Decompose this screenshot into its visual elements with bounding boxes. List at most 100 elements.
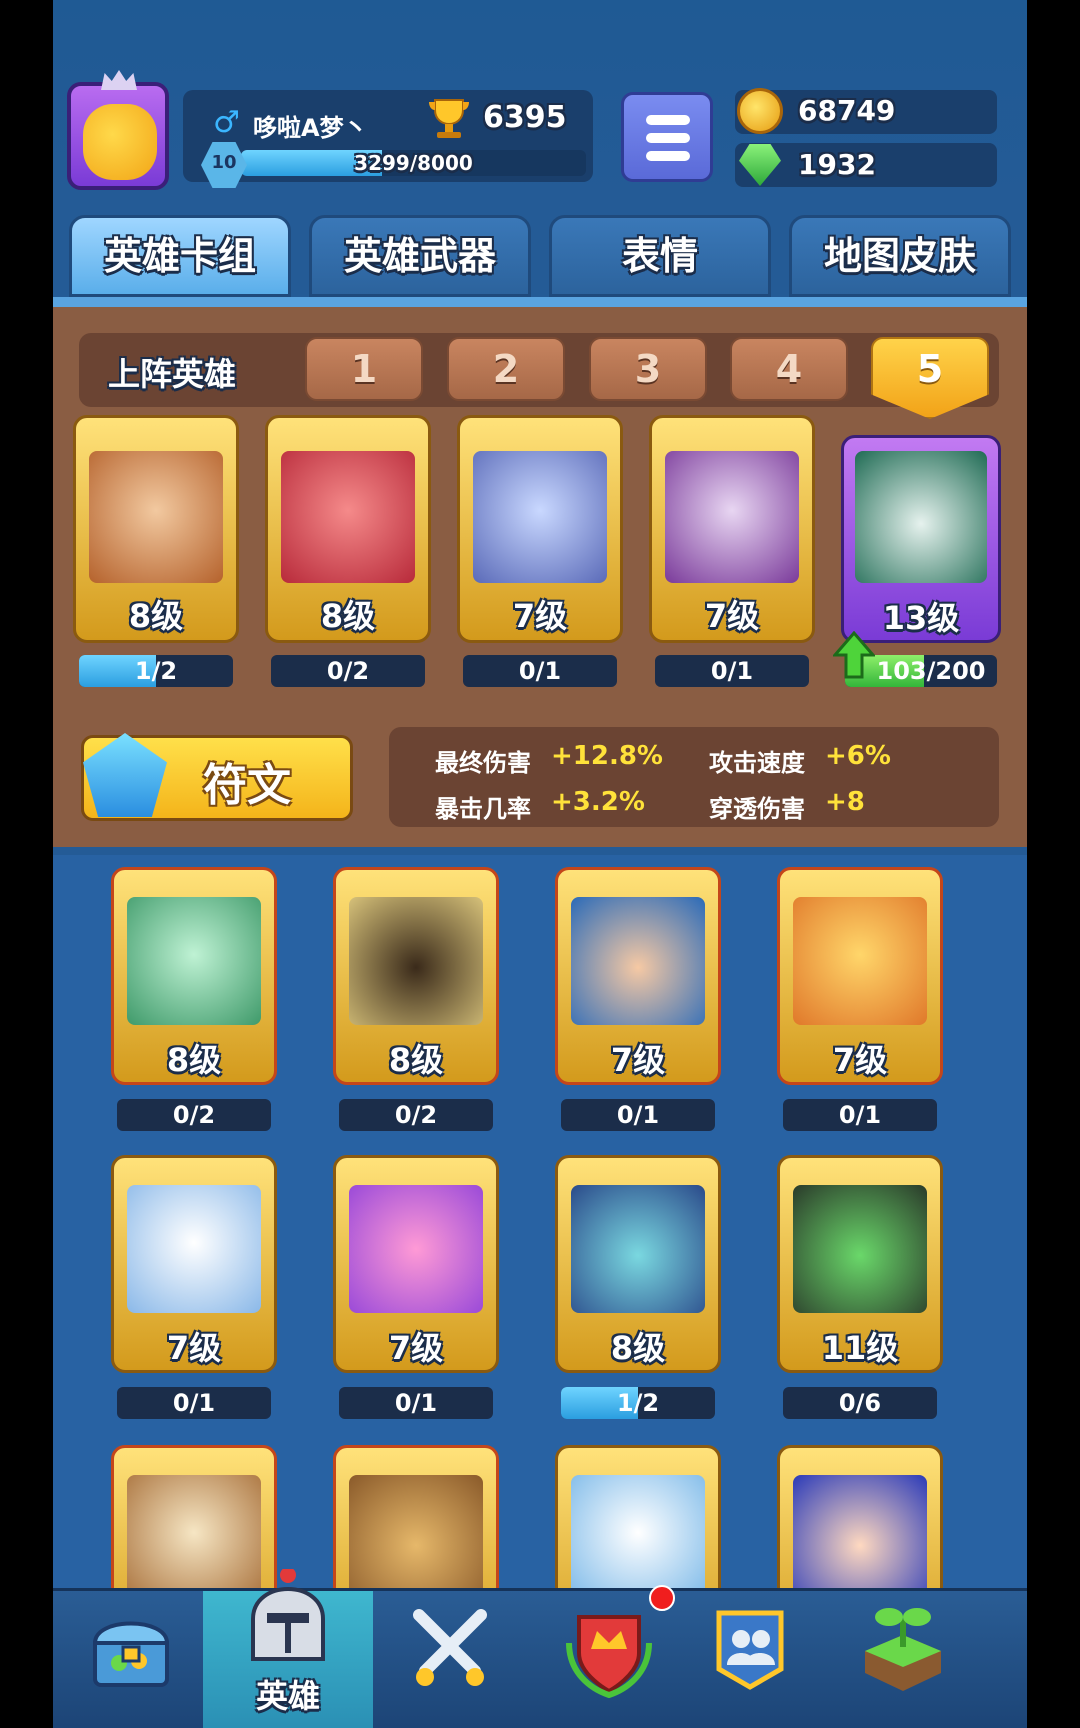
stat-value: +12.8%: [551, 741, 663, 771]
hero-portrait: [349, 1185, 483, 1313]
player-avatar[interactable]: [67, 82, 169, 190]
hero-progress-text: 0/1: [518, 657, 562, 685]
hero-level: 7级: [512, 597, 568, 635]
collection-hero-card[interactable]: 8级 0/2: [333, 867, 499, 1147]
hero-level: 7级: [166, 1329, 222, 1367]
coin-count: 68749: [798, 94, 896, 127]
hero-portrait: [89, 451, 223, 583]
deck-hero-card[interactable]: 8级 1/2: [73, 415, 239, 695]
stat-name: 暴击几率: [435, 795, 531, 823]
deck-hero-card[interactable]: 8级 0/2: [265, 415, 431, 695]
tab-underline: [53, 297, 1027, 307]
collection-hero-card[interactable]: 7级 0/1: [333, 1155, 499, 1435]
hero-level: 8级: [320, 597, 376, 635]
crossed-swords-icon: [413, 1609, 487, 1686]
nav-shop[interactable]: [53, 1591, 201, 1728]
hero-progress-text: 0/2: [394, 1101, 438, 1129]
gold-coin-icon: [737, 88, 783, 134]
hero-portrait: [473, 451, 607, 583]
collection-hero-card[interactable]: [777, 1445, 943, 1663]
hero-portrait: [127, 1185, 261, 1313]
hero-progress-text: 0/1: [394, 1389, 438, 1417]
hero-portrait: [793, 1475, 927, 1603]
tab-map-skins[interactable]: 地图皮肤: [789, 215, 1011, 297]
level-up-arrow-icon: [833, 631, 875, 679]
hero-portrait: [855, 451, 987, 583]
collection-hero-card[interactable]: 8级 0/2: [111, 867, 277, 1147]
hero-progress-text: 1/2: [134, 657, 178, 685]
collection-hero-card[interactable]: 7级 0/1: [555, 867, 721, 1147]
player-name: 哆啦A梦丶: [253, 114, 368, 142]
hero-progress-text: 0/1: [710, 657, 754, 685]
collection-hero-card[interactable]: [555, 1445, 721, 1663]
stat-name: 最终伤害: [435, 749, 531, 777]
trophy-count: 6395: [483, 100, 567, 135]
deck-label: 上阵英雄: [108, 355, 237, 393]
player-level: 10: [211, 152, 237, 173]
category-tabs: 英雄卡组 英雄武器 表情 地图皮肤: [53, 215, 1027, 300]
hero-portrait: [349, 897, 483, 1025]
hero-portrait: [281, 451, 415, 583]
menu-bar-icon: [646, 133, 690, 143]
hero-progress-text: 0/1: [616, 1101, 660, 1129]
nav-garden[interactable]: [825, 1591, 1027, 1728]
hero-progress-text: 0/6: [838, 1389, 882, 1417]
gem-count: 1932: [798, 148, 876, 181]
trophy-icon: [429, 99, 469, 138]
hero-progress-text: 103/200: [876, 657, 986, 685]
hero-level: 7级: [388, 1329, 444, 1367]
deck-slot-4[interactable]: 4: [730, 337, 848, 401]
nav-social[interactable]: [675, 1591, 823, 1728]
knight-helmet-icon: [251, 1569, 325, 1661]
collection-hero-card[interactable]: 7级 0/1: [777, 867, 943, 1147]
deck-hero-card[interactable]: 13级 103/200: [833, 435, 1001, 695]
menu-button[interactable]: [621, 92, 713, 182]
tab-emotes[interactable]: 表情: [549, 215, 771, 297]
hero-progress-text: 0/1: [838, 1101, 882, 1129]
notification-dot: [649, 1585, 675, 1611]
hero-portrait: [665, 451, 799, 583]
collection-hero-card[interactable]: 7级 0/1: [111, 1155, 277, 1435]
crown-shield-icon: [566, 1615, 652, 1699]
nav-rank[interactable]: [525, 1585, 675, 1728]
stat-name: 攻击速度: [709, 749, 805, 777]
deck-hero-card[interactable]: 7级 0/1: [649, 415, 815, 695]
hero-level: 8级: [610, 1329, 666, 1367]
tab-hero-weapons[interactable]: 英雄武器: [309, 215, 531, 297]
deck-slot-3[interactable]: 3: [589, 337, 707, 401]
hero-level: 8级: [128, 597, 184, 635]
hero-level: 7级: [832, 1041, 888, 1079]
stat-value: +8: [825, 787, 865, 817]
deck-slot-1[interactable]: 1: [305, 337, 423, 401]
tab-hero-deck[interactable]: 英雄卡组: [69, 215, 291, 297]
treasure-chest-icon: [92, 1621, 170, 1687]
deck-hero-card[interactable]: 7级 0/1: [457, 415, 623, 695]
collection-hero-card[interactable]: 8级 1/2: [555, 1155, 721, 1435]
menu-bar-icon: [646, 151, 690, 161]
hero-portrait: [127, 1475, 261, 1603]
nav-heroes-label: 英雄: [255, 1677, 320, 1715]
hero-progress-text: 1/2: [616, 1389, 660, 1417]
avatar-crown-icon: [101, 70, 137, 90]
hero-collection: 8级 0/2 8级 0/2 7级 0/1 7级 0/1 7级 0/1 7级 0/…: [53, 855, 1027, 1663]
deck-slot-2[interactable]: 2: [447, 337, 565, 401]
hero-portrait: [571, 897, 705, 1025]
sprout-island-icon: [865, 1608, 941, 1691]
nav-battle[interactable]: [375, 1591, 523, 1728]
avatar-face: [83, 104, 157, 180]
hero-portrait: [571, 1185, 705, 1313]
male-gender-icon: ♂: [213, 105, 240, 140]
stat-value: +6%: [825, 741, 891, 771]
collection-hero-card[interactable]: 11级 0/6: [777, 1155, 943, 1435]
xp-text: 3299/8000: [354, 151, 473, 175]
nav-heroes[interactable]: 英雄: [203, 1569, 373, 1728]
rune-stats-panel: 最终伤害 +12.8% 攻击速度 +6% 暴击几率 +3.2% 穿透伤害 +8: [389, 727, 999, 827]
hero-level: 8级: [388, 1041, 444, 1079]
hero-level: 7级: [704, 597, 760, 635]
hero-portrait: [127, 897, 261, 1025]
hero-portrait: [793, 897, 927, 1025]
hero-portrait: [349, 1475, 483, 1603]
friends-banner-icon: [716, 1610, 784, 1690]
deck-section: 上阵英雄 1 2 3 4 5 8级 1/2 8级 0/2 7级 0/1 7级 0…: [53, 307, 1027, 847]
collection-hero-card[interactable]: [333, 1445, 499, 1663]
